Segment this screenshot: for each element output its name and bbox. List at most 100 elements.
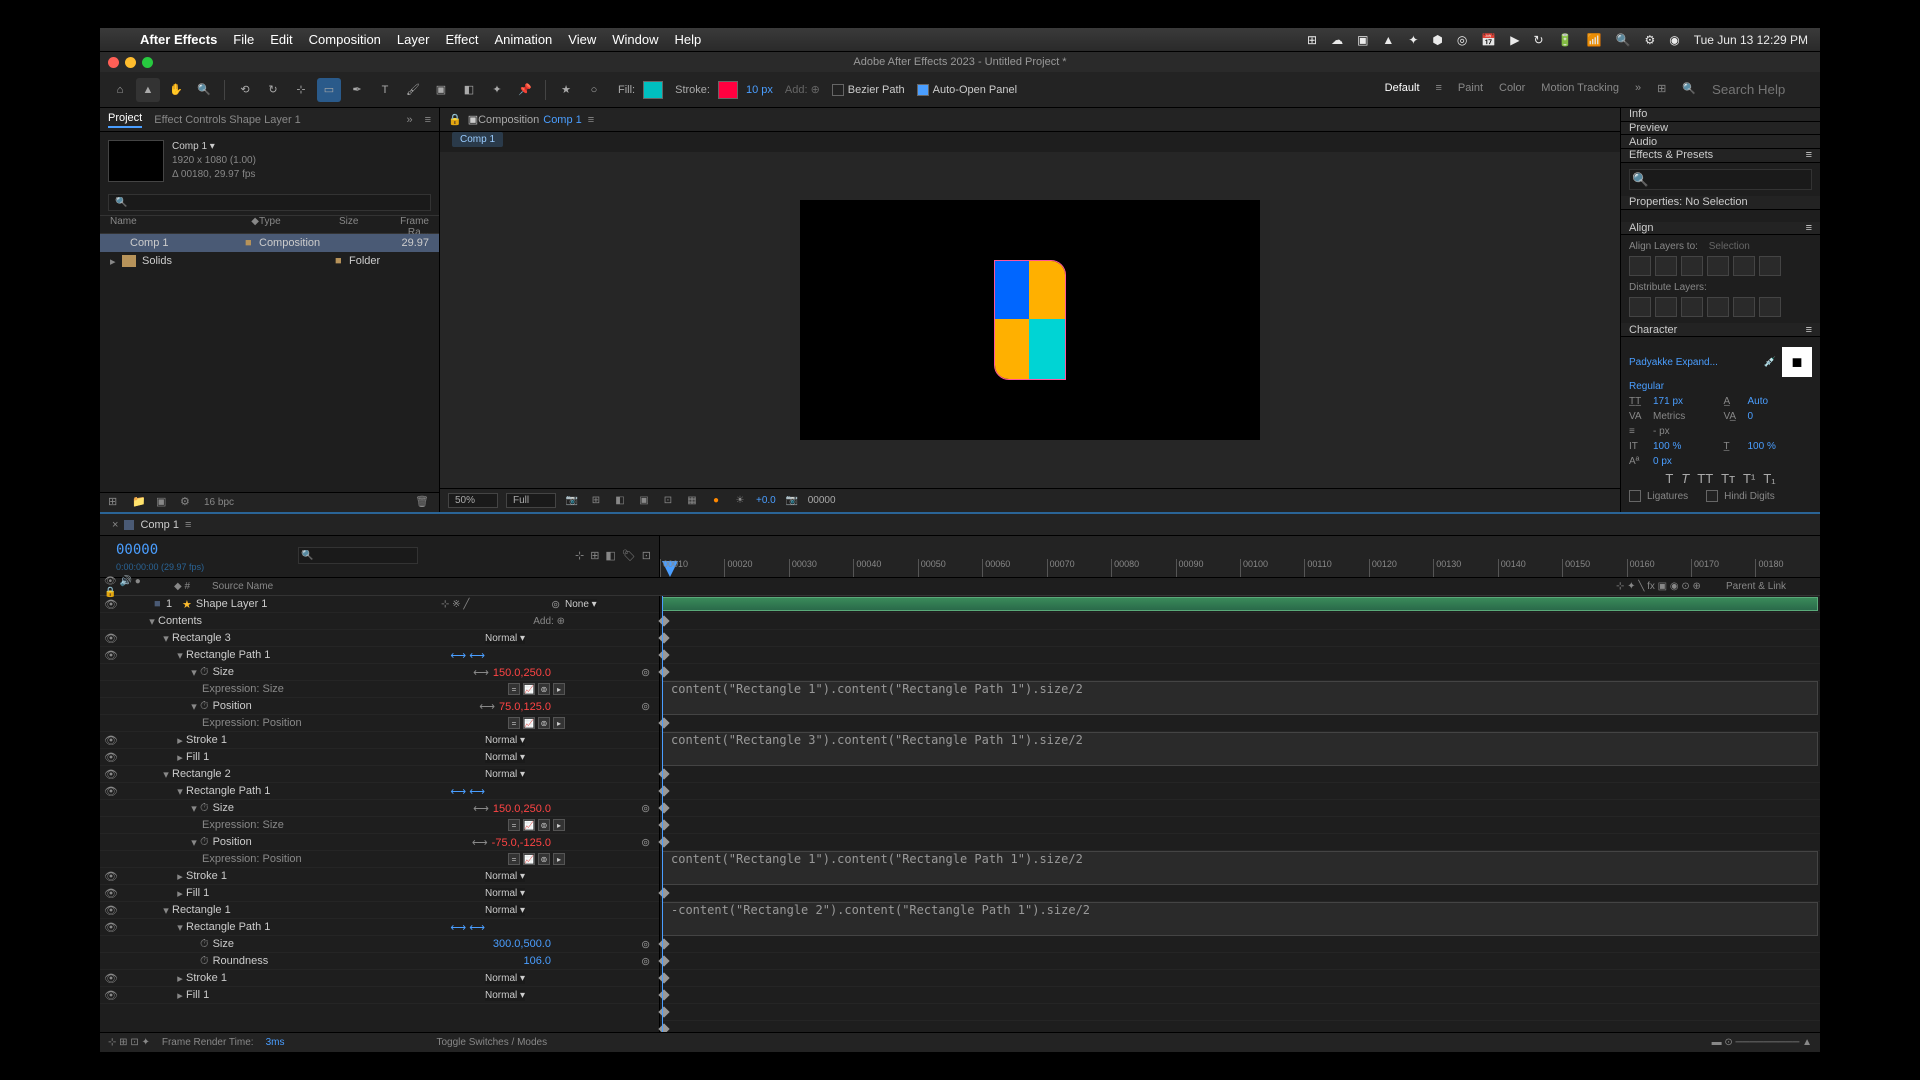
expr-graph[interactable]: 📈 <box>523 717 535 729</box>
ruler-mark[interactable]: 00120 <box>1369 559 1433 577</box>
snapshot-icon[interactable]: 📷 <box>784 493 800 509</box>
fill-color[interactable]: ■ <box>1782 347 1812 377</box>
visibility-toggle[interactable]: 👁 <box>104 989 118 1002</box>
track-row[interactable] <box>660 630 1820 647</box>
align-left[interactable] <box>1629 256 1651 276</box>
col-name[interactable]: Name <box>110 216 251 233</box>
twirl-icon[interactable]: ▾ <box>174 649 186 662</box>
ruler-mark[interactable]: 00040 <box>853 559 917 577</box>
expr-lang[interactable]: ▸ <box>553 853 565 865</box>
project-item-comp[interactable]: Comp 1 ■ Composition 29.97 <box>100 234 439 252</box>
timeline-search[interactable] <box>298 547 418 564</box>
distribute-btn[interactable] <box>1707 297 1729 317</box>
panel-effects[interactable]: Effects & Presets <box>1629 149 1713 161</box>
link-icon[interactable]: ⟷ <box>472 837 488 849</box>
pickwhip-icon[interactable]: ⊚ <box>551 598 565 611</box>
panel-preview[interactable]: Preview <box>1629 122 1668 134</box>
add-menu[interactable]: Add: ⊕ <box>785 83 820 96</box>
star-icon[interactable]: ★ <box>554 78 578 102</box>
expr-lang[interactable]: ▸ <box>553 819 565 831</box>
ruler-mark[interactable]: 00070 <box>1047 559 1111 577</box>
expr-pickwhip[interactable]: ⊚ <box>538 683 550 695</box>
track-row[interactable] <box>660 970 1820 987</box>
keyframe-marker[interactable] <box>658 955 669 966</box>
visibility-toggle[interactable]: 👁 <box>104 632 118 645</box>
hscale[interactable]: 100 % <box>1748 441 1813 452</box>
track-row[interactable] <box>660 664 1820 681</box>
track-row[interactable] <box>660 715 1820 732</box>
font-size[interactable]: 171 px <box>1653 396 1718 407</box>
ruler-mark[interactable]: 00100 <box>1240 559 1304 577</box>
status-icon[interactable]: ✦ <box>1408 33 1418 47</box>
comp-active-name[interactable]: Comp 1 <box>543 114 582 126</box>
twirl-icon[interactable]: ▾ <box>188 700 200 713</box>
keyframe-marker[interactable] <box>658 649 669 660</box>
twirl-icon[interactable]: ▾ <box>160 632 172 645</box>
ruler-mark[interactable]: 00060 <box>982 559 1046 577</box>
layer-row[interactable]: ▾⏱Size⟷150.0,250.0⊚ <box>100 664 659 681</box>
ruler-mark[interactable]: 00130 <box>1433 559 1497 577</box>
autopanel-checkbox[interactable] <box>917 84 929 96</box>
keyframe-marker[interactable] <box>658 632 669 643</box>
col-type[interactable]: Type <box>259 216 339 233</box>
track-row[interactable]: content("Rectangle 1").content("Rectangl… <box>662 681 1818 715</box>
panel-menu-icon[interactable]: ≡ <box>425 114 431 126</box>
layer-row[interactable]: ▾⏱Position⟷75.0,125.0⊚ <box>100 698 659 715</box>
expr-pickwhip[interactable]: ⊚ <box>538 819 550 831</box>
ligatures-checkbox[interactable] <box>1629 490 1641 502</box>
weight-select[interactable]: Regular <box>1629 381 1812 392</box>
workspace-paint[interactable]: Paint <box>1458 82 1483 97</box>
hand-tool[interactable]: ✋ <box>164 78 188 102</box>
expr-lang[interactable]: ▸ <box>553 717 565 729</box>
layer-row[interactable]: ⏱Roundness106.0⊚ <box>100 953 659 970</box>
status-icon[interactable]: ☁ <box>1331 33 1343 47</box>
ruler-mark[interactable]: 00170 <box>1691 559 1755 577</box>
blend-mode[interactable]: Normal ▾ <box>485 735 525 746</box>
project-search[interactable] <box>108 194 431 211</box>
hindi-checkbox[interactable] <box>1706 490 1718 502</box>
close-panel-icon[interactable]: × <box>112 519 118 531</box>
expr-enable[interactable]: = <box>508 819 520 831</box>
expression-text[interactable]: content("Rectangle 1").content("Rectangl… <box>663 852 1817 866</box>
layer-row[interactable]: 👁▾Rectangle 1Normal ▾ <box>100 902 659 919</box>
status-icon[interactable]: ◎ <box>1457 33 1467 47</box>
rotation-tool[interactable]: ↻ <box>261 78 285 102</box>
app-name[interactable]: After Effects <box>140 32 217 47</box>
tl-icon[interactable]: ⊹ <box>575 549 584 562</box>
twirl-icon[interactable]: ▾ <box>160 768 172 781</box>
distribute-btn[interactable] <box>1629 297 1651 317</box>
pickwhip-icon[interactable]: ⊚ <box>641 955 655 968</box>
ruler-mark[interactable]: 00030 <box>789 559 853 577</box>
minimize-window[interactable] <box>125 57 136 68</box>
menu-help[interactable]: Help <box>674 32 701 47</box>
pickwhip-icon[interactable]: ⊚ <box>641 938 655 951</box>
selection-tool[interactable]: ▲ <box>136 78 160 102</box>
status-icon[interactable]: ⊞ <box>1307 33 1317 47</box>
expression-text[interactable]: content("Rectangle 3").content("Rectangl… <box>663 733 1817 747</box>
transparency-icon[interactable]: ▦ <box>684 493 700 509</box>
eraser-tool[interactable]: ◧ <box>457 78 481 102</box>
layer-row[interactable]: ⏱Size300.0,500.0⊚ <box>100 936 659 953</box>
track-row[interactable] <box>660 1004 1820 1021</box>
trash-icon[interactable]: 🗑 <box>415 495 431 511</box>
menu-layer[interactable]: Layer <box>397 32 430 47</box>
twirl-icon[interactable]: ▸ <box>174 887 186 900</box>
ruler-mark[interactable]: 00160 <box>1627 559 1691 577</box>
keyframe-marker[interactable] <box>658 1006 669 1017</box>
track-row[interactable] <box>660 783 1820 800</box>
link-icon[interactable]: ⟷ <box>473 803 489 815</box>
bpc[interactable]: 16 bpc <box>204 497 234 508</box>
col-source[interactable]: Source Name <box>212 581 1616 592</box>
expr-enable[interactable]: = <box>508 683 520 695</box>
lock-icon[interactable]: 🔒 <box>448 113 462 126</box>
project-item-folder[interactable]: ▸ Solids ■ Folder <box>100 252 439 270</box>
composition-viewer[interactable] <box>440 152 1620 488</box>
panel-menu-icon[interactable]: ≡ <box>1806 222 1812 234</box>
layer-row[interactable]: Expression: Size=📈⊚▸ <box>100 817 659 834</box>
menu-view[interactable]: View <box>568 32 596 47</box>
stroke-width[interactable]: 10 px <box>746 84 773 96</box>
visibility-toggle[interactable]: 👁 <box>104 734 118 747</box>
status-icon[interactable]: ↻ <box>1534 33 1544 47</box>
menu-window[interactable]: Window <box>612 32 658 47</box>
comp-name[interactable]: Comp 1 ▾ <box>172 140 256 154</box>
